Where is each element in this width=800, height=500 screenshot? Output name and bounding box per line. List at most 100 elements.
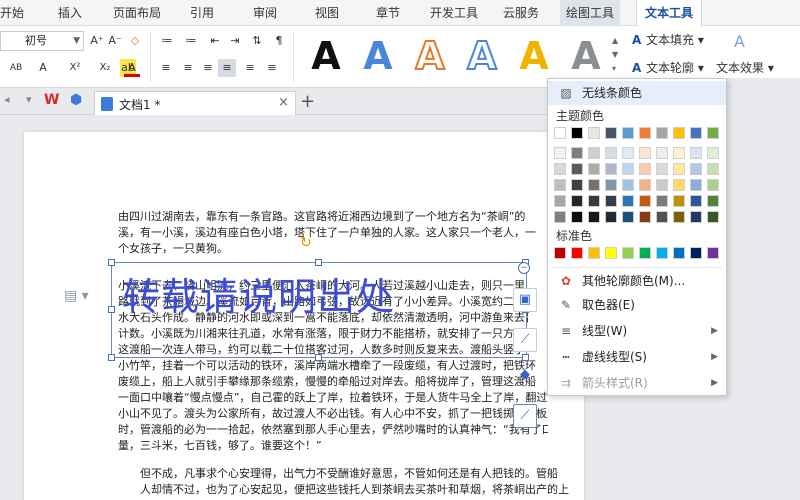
color-swatch[interactable]	[622, 211, 634, 223]
tab-insert[interactable]: 插入	[58, 0, 82, 26]
color-swatch[interactable]	[707, 179, 719, 191]
color-swatch[interactable]	[690, 163, 702, 175]
color-swatch[interactable]	[571, 127, 583, 139]
close-icon[interactable]: ×	[278, 95, 289, 110]
color-swatch[interactable]	[673, 127, 685, 139]
font-size-select[interactable]: 初号 ▼	[0, 31, 84, 51]
color-swatch[interactable]	[639, 163, 651, 175]
style-gold-a[interactable]: A	[512, 30, 556, 82]
minus-icon[interactable]: −	[518, 262, 530, 274]
color-swatch[interactable]	[588, 163, 600, 175]
color-swatch[interactable]	[605, 163, 617, 175]
resize-handle[interactable]	[108, 306, 115, 313]
color-swatch[interactable]	[571, 147, 583, 159]
color-swatch[interactable]	[554, 163, 566, 175]
color-swatch[interactable]	[588, 147, 600, 159]
text-case-button[interactable]: AB	[8, 59, 24, 77]
color-swatch[interactable]	[656, 195, 668, 207]
new-tab-button[interactable]: +	[300, 92, 315, 112]
text-fill-button[interactable]: A 文本填充 ▾	[632, 30, 704, 50]
color-swatch[interactable]	[588, 247, 600, 259]
color-swatch[interactable]	[588, 179, 600, 191]
document-outline-icon[interactable]: ▤ ▾	[64, 288, 89, 304]
tab-section[interactable]: 章节	[376, 0, 400, 26]
color-swatch[interactable]	[656, 211, 668, 223]
color-swatch[interactable]	[571, 247, 583, 259]
color-swatch[interactable]	[639, 247, 651, 259]
color-swatch[interactable]	[707, 195, 719, 207]
eyedropper-item[interactable]: ✎ 取色器(E)	[548, 293, 726, 317]
tab-home[interactable]: 开始	[0, 0, 24, 26]
align-center-button[interactable]: ≡	[180, 59, 196, 77]
color-swatch[interactable]	[588, 127, 600, 139]
color-swatch[interactable]	[707, 247, 719, 259]
color-swatch[interactable]	[690, 247, 702, 259]
color-swatch[interactable]	[622, 179, 634, 191]
tab-reference[interactable]: 引用	[190, 0, 214, 26]
shape-style-icon[interactable]: ▣	[513, 288, 537, 312]
tab-view[interactable]: 视图	[315, 0, 339, 26]
color-swatch[interactable]	[571, 163, 583, 175]
nav-icon[interactable]: ◂	[4, 93, 10, 106]
color-swatch[interactable]	[554, 247, 566, 259]
align-right-button[interactable]: ≡	[200, 59, 216, 77]
color-swatch[interactable]	[571, 195, 583, 207]
color-swatch[interactable]	[690, 195, 702, 207]
outline-pen-icon[interactable]: ⟋	[513, 404, 537, 428]
resize-handle[interactable]	[108, 259, 115, 266]
text-outline-button[interactable]: A 文本轮廓 ▾	[632, 58, 704, 78]
distribute-button[interactable]: ≡	[242, 59, 258, 77]
color-swatch[interactable]	[639, 211, 651, 223]
color-swatch[interactable]	[605, 179, 617, 191]
style-blue-outline-a[interactable]: A	[460, 30, 504, 82]
grow-font-button[interactable]: A⁺	[90, 32, 104, 50]
justify-button[interactable]: ≡	[218, 59, 236, 77]
color-swatch[interactable]	[622, 127, 634, 139]
color-swatch[interactable]	[690, 127, 702, 139]
phonetic-button[interactable]: A	[36, 59, 50, 77]
color-swatch[interactable]	[588, 211, 600, 223]
align-left-button[interactable]: ≡	[158, 59, 174, 77]
color-swatch[interactable]	[673, 179, 685, 191]
tab-page-layout[interactable]: 页面布局	[113, 0, 161, 26]
tab-text-tools[interactable]: 文本工具	[636, 0, 703, 26]
tab-cloud[interactable]: 云服务	[503, 0, 539, 26]
color-swatch[interactable]	[554, 211, 566, 223]
color-swatch[interactable]	[571, 179, 583, 191]
color-swatch[interactable]	[656, 163, 668, 175]
show-marks-button[interactable]: ¶	[272, 32, 286, 50]
color-swatch[interactable]	[656, 247, 668, 259]
color-swatch[interactable]	[673, 163, 685, 175]
style-black-a[interactable]: A	[304, 30, 348, 82]
other-outline-colors-item[interactable]: ✿ 其他轮廓颜色(M)...	[548, 269, 726, 293]
color-swatch[interactable]	[622, 247, 634, 259]
color-swatch[interactable]	[554, 195, 566, 207]
style-blue-a[interactable]: A	[356, 30, 400, 82]
color-swatch[interactable]	[707, 127, 719, 139]
resize-handle[interactable]	[108, 354, 115, 361]
cube-icon[interactable]: ⬢	[70, 92, 82, 108]
color-swatch[interactable]	[639, 127, 651, 139]
edit-shape-icon[interactable]: ⟋	[513, 328, 537, 352]
color-swatch[interactable]	[639, 147, 651, 159]
color-swatch[interactable]	[656, 179, 668, 191]
increase-indent-button[interactable]: ⇥	[228, 32, 242, 50]
clear-format-button[interactable]: ◇	[128, 32, 142, 50]
color-swatch[interactable]	[571, 211, 583, 223]
color-swatch[interactable]	[605, 211, 617, 223]
tab-drawing-tools[interactable]: 绘图工具	[560, 0, 621, 26]
color-swatch[interactable]	[622, 147, 634, 159]
decrease-indent-button[interactable]: ⇤	[208, 32, 222, 50]
color-swatch[interactable]	[588, 195, 600, 207]
resize-handle[interactable]	[315, 354, 322, 361]
color-swatch[interactable]	[690, 211, 702, 223]
dash-style-item[interactable]: ┅ 虚线线型(S) ▶	[548, 345, 726, 369]
color-swatch[interactable]	[656, 147, 668, 159]
subscript-button[interactable]: X₂	[96, 59, 114, 77]
color-swatch[interactable]	[622, 195, 634, 207]
fill-bucket-icon[interactable]: ◆	[513, 364, 537, 388]
no-outline-item[interactable]: ▨ 无线条颜色	[548, 81, 726, 105]
color-swatch[interactable]	[622, 163, 634, 175]
color-swatch[interactable]	[639, 179, 651, 191]
color-swatch[interactable]	[554, 147, 566, 159]
